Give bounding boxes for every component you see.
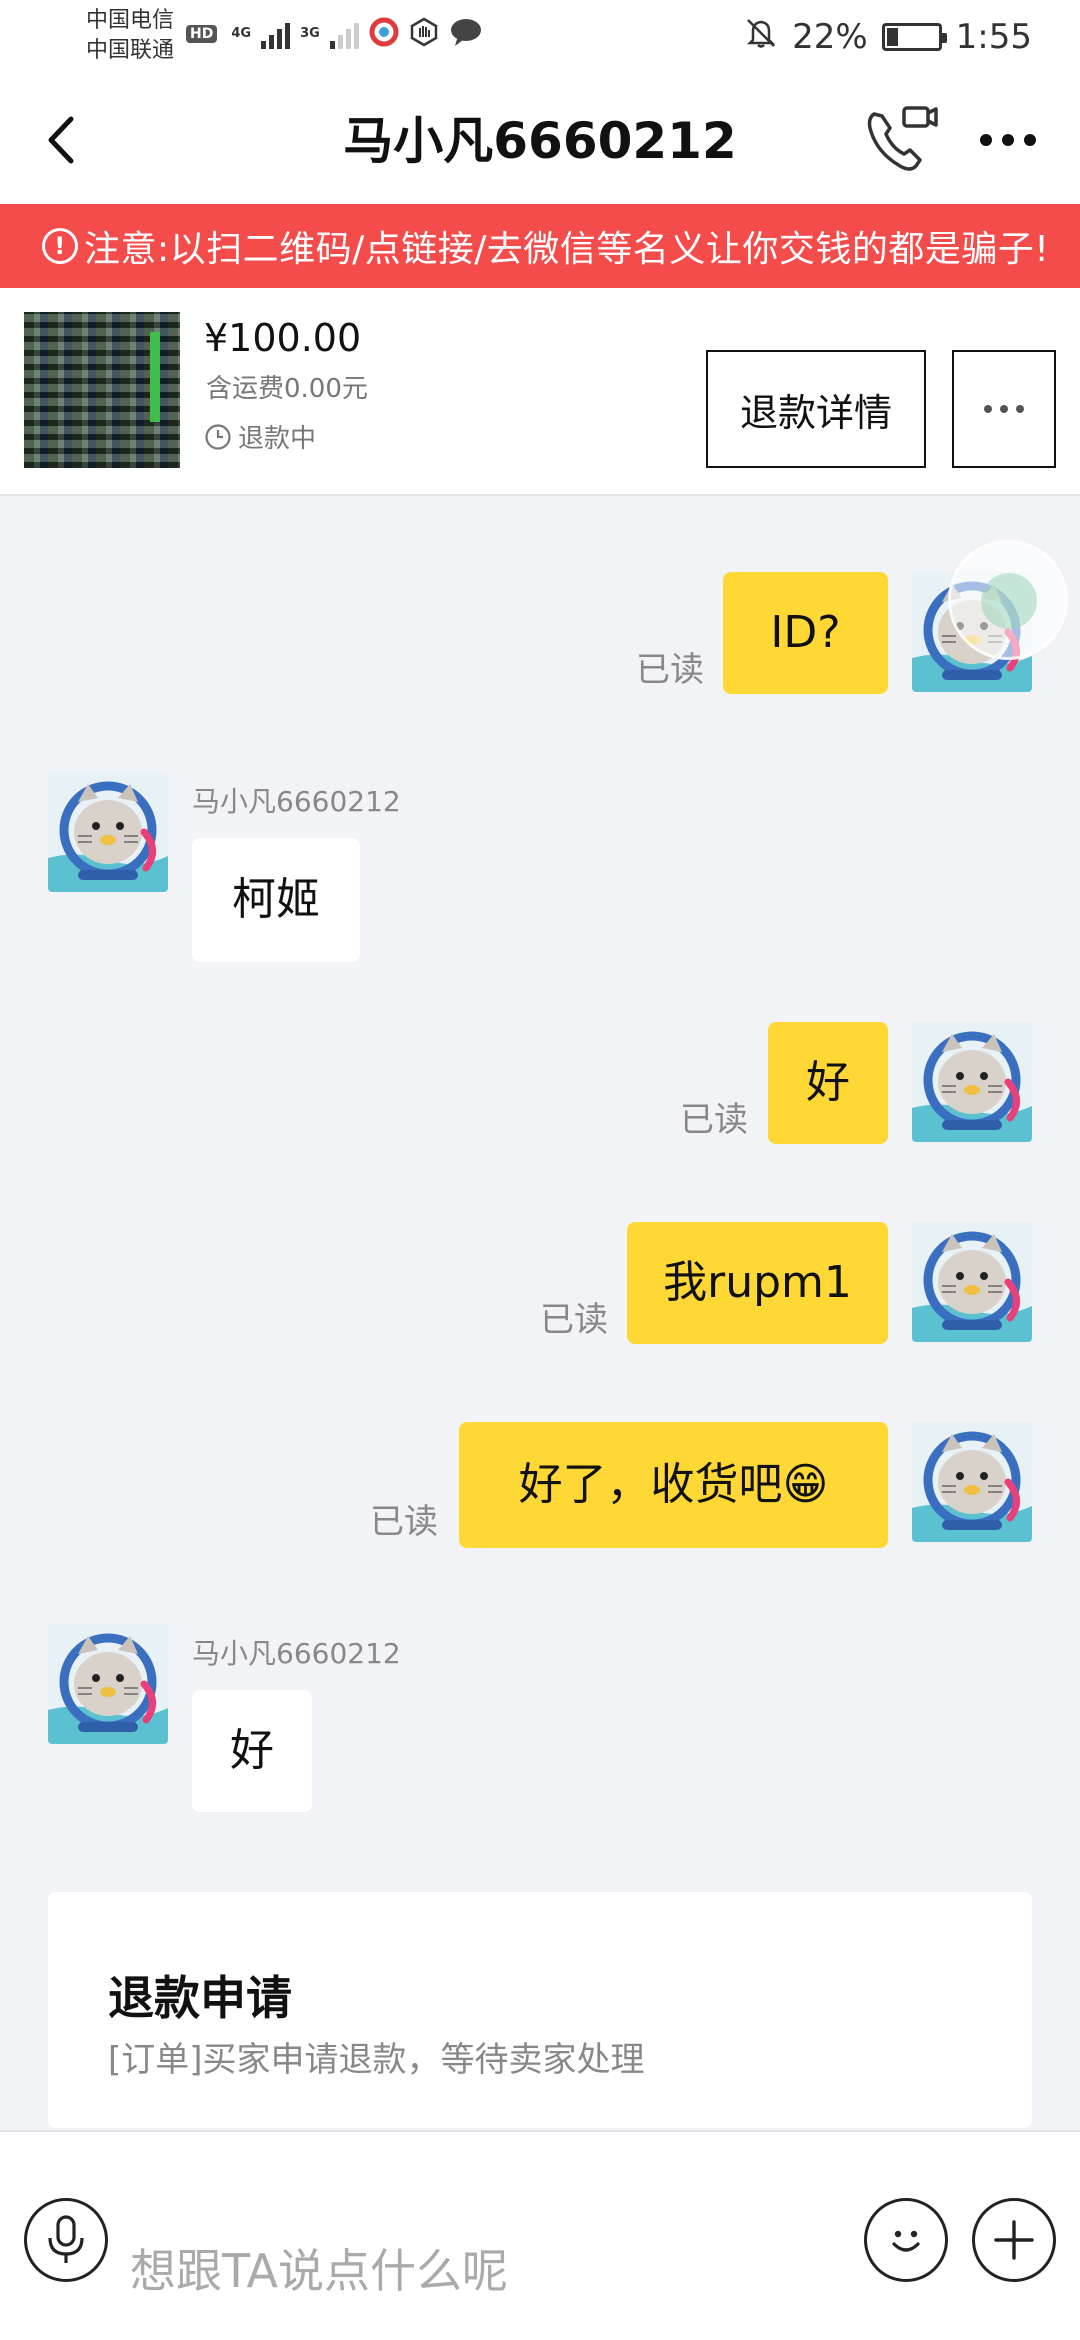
more-options-button[interactable]: [968, 110, 1048, 170]
message-bubble[interactable]: 好了，收货吧😁: [459, 1422, 888, 1548]
warning-text: 注意:以扫二维码/点链接/去微信等名义让你交钱的都是骗子!: [84, 229, 1050, 270]
clock: 1:55: [955, 17, 1032, 57]
dot-icon: [980, 134, 992, 146]
refund-request-card[interactable]: 退款申请 [订单]买家申请退款，等待卖家处理: [48, 1892, 1032, 2128]
emoji-button[interactable]: [864, 2198, 948, 2282]
plus-icon: [994, 2220, 1034, 2260]
clock-icon: [205, 423, 231, 450]
dot-icon: [1024, 134, 1036, 146]
scam-warning-banner: ! 注意:以扫二维码/点链接/去微信等名义让你交钱的都是骗子!: [0, 204, 1080, 288]
battery-level: [886, 28, 898, 46]
mute-bell-icon: [744, 16, 778, 59]
message-notification-icon: [449, 17, 483, 51]
app-notification-icon: [369, 17, 399, 51]
battery-percent: 22%: [792, 17, 868, 57]
message-bubble[interactable]: 好: [192, 1690, 312, 1812]
message-bubble[interactable]: 柯姬: [192, 838, 360, 962]
contact-avatar[interactable]: [48, 1624, 168, 1744]
message-bubble[interactable]: 我rupm1: [627, 1222, 888, 1344]
chat-header: 马小凡6660212: [0, 80, 1080, 204]
hand-notification-icon: [409, 17, 439, 51]
signal-strength-icon: [261, 19, 291, 49]
network-type-1: 4G: [231, 26, 252, 41]
exclamation-icon: !: [42, 228, 78, 264]
sender-name: 马小凡6660212: [192, 785, 401, 818]
order-status-text: 退款中: [238, 424, 317, 454]
product-more-button[interactable]: [952, 350, 1056, 468]
carrier-2: 中国联通: [86, 38, 175, 63]
product-card: ¥100.00 含运费0.00元 退款中 退款详情: [0, 288, 1080, 496]
product-thumbnail[interactable]: [24, 312, 180, 468]
refund-card-title: 退款申请: [108, 1971, 292, 2025]
sender-name: 马小凡6660212: [192, 1637, 401, 1670]
my-avatar[interactable]: [912, 1022, 1032, 1142]
read-receipt: 已读: [540, 1300, 608, 1340]
status-bar: 中国电信 中国联通 HD 4G 3G 22% 1:55: [0, 0, 1080, 80]
my-avatar[interactable]: [912, 1422, 1032, 1542]
hd-badge: HD: [186, 25, 218, 43]
carrier-info: 中国电信 中国联通: [86, 6, 174, 66]
add-button[interactable]: [972, 2198, 1056, 2282]
signal-strength-2-icon: [329, 19, 359, 49]
refund-detail-button[interactable]: 退款详情: [706, 350, 926, 468]
video-call-button[interactable]: [860, 100, 940, 180]
message-bubble[interactable]: 好: [768, 1022, 888, 1144]
dot-icon: [1002, 134, 1014, 146]
network-type-2: 3G: [300, 26, 320, 41]
voice-button[interactable]: [24, 2198, 108, 2282]
message-input[interactable]: [130, 2236, 850, 2306]
read-receipt: 已读: [370, 1502, 438, 1542]
message-input-bar: [0, 2130, 1080, 2340]
dot-icon: [1016, 405, 1024, 413]
refund-card-description: [订单]买家申请退款，等待卖家处理: [108, 2040, 645, 2080]
dot-icon: [984, 405, 992, 413]
contact-avatar[interactable]: [48, 772, 168, 892]
status-right: 22% 1:55: [744, 0, 1032, 74]
chevron-left-icon: [48, 116, 74, 164]
floating-assist-button[interactable]: [948, 540, 1068, 660]
my-avatar[interactable]: [912, 1222, 1032, 1342]
order-status: 退款中: [204, 418, 316, 455]
microphone-icon: [48, 2215, 84, 2263]
shipping-fee: 含运费0.00元: [206, 374, 368, 404]
read-receipt: 已读: [636, 650, 704, 690]
battery-icon: [881, 23, 947, 51]
smiley-icon: [892, 2230, 920, 2252]
back-button[interactable]: [30, 110, 90, 170]
signal-icons: HD 4G 3G: [186, 14, 483, 54]
dot-icon: [1000, 405, 1008, 413]
product-price: ¥100.00: [204, 316, 362, 360]
message-bubble[interactable]: ID?: [723, 572, 888, 694]
phone-video-icon: [867, 106, 938, 171]
carrier-1: 中国电信: [86, 8, 175, 33]
read-receipt: 已读: [680, 1100, 748, 1140]
page-title: 马小凡6660212: [343, 112, 737, 170]
